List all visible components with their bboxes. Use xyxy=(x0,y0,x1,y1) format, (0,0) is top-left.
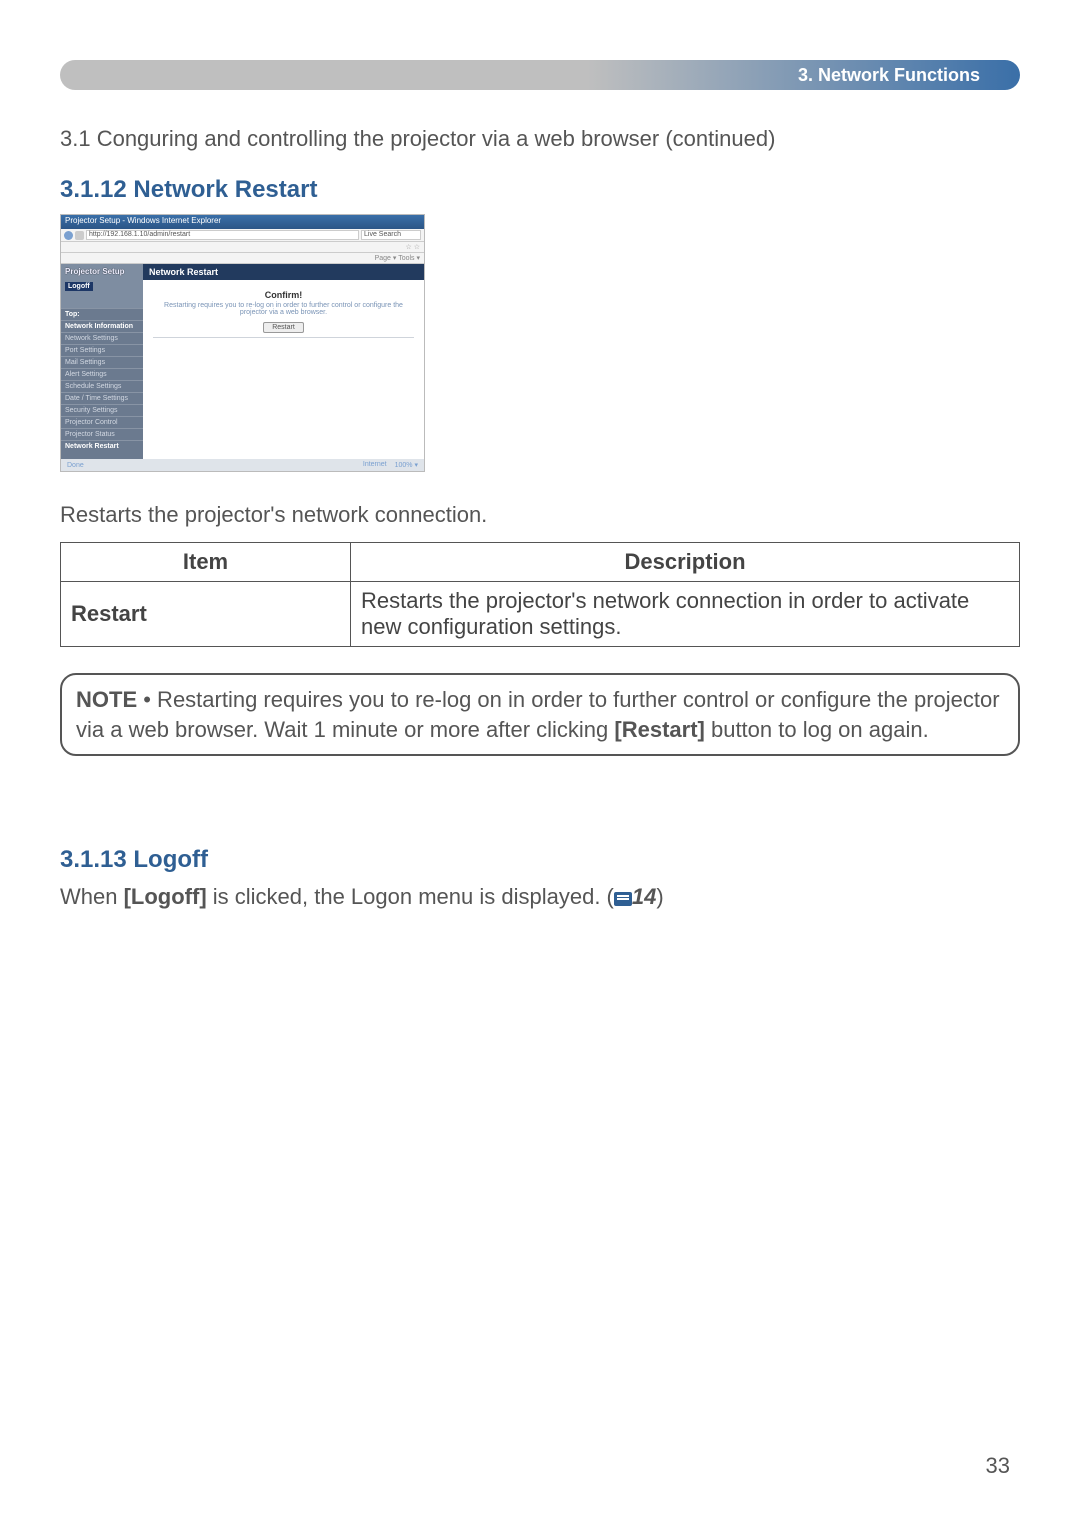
subsection-heading-logoff: 3.1.13 Logoff xyxy=(60,846,1020,874)
table-cell-item: Restart xyxy=(61,582,351,647)
status-zoom[interactable]: 100% ▾ xyxy=(395,461,418,469)
confirm-heading: Confirm! xyxy=(153,290,414,300)
page-number: 33 xyxy=(986,1453,1010,1479)
favorites-bar: ☆ ☆ xyxy=(406,243,421,251)
chapter-header: 3. Network Functions xyxy=(60,60,1020,90)
section-title: 3.1 Conguring and controlling the projec… xyxy=(60,126,1020,152)
sidebar: Projector Setup Logoff Top: Network Info… xyxy=(61,264,143,460)
window-title: Projector Setup - Windows Internet Explo… xyxy=(61,215,424,229)
confirm-message: Restarting requires you to re-log on in … xyxy=(153,302,414,316)
sidebar-item-security-settings[interactable]: Security Settings xyxy=(61,404,143,416)
logoff-text-pre: When xyxy=(60,884,124,909)
sidebar-item-network-settings[interactable]: Network Settings xyxy=(61,332,143,344)
page-ref: 14 xyxy=(632,884,656,909)
panel-title: Network Restart xyxy=(143,264,424,280)
screenshot-network-restart: Projector Setup - Windows Internet Explo… xyxy=(60,214,425,472)
address-bar[interactable]: http://192.168.1.10/admin/restart xyxy=(86,230,359,240)
table-row: Restart Restarts the projector's network… xyxy=(61,582,1020,647)
logoff-bold: [Logoff] xyxy=(124,884,207,909)
book-icon xyxy=(614,892,632,906)
sidebar-item-port-settings[interactable]: Port Settings xyxy=(61,344,143,356)
page-tools[interactable]: Page ▾ Tools ▾ xyxy=(375,254,420,262)
restart-button[interactable]: Restart xyxy=(263,322,304,333)
logoff-text-post: ) xyxy=(656,884,663,909)
sidebar-item-datetime-settings[interactable]: Date / Time Settings xyxy=(61,392,143,404)
sidebar-item-projector-control[interactable]: Projector Control xyxy=(61,416,143,428)
sidebar-item-projector-status[interactable]: Projector Status xyxy=(61,428,143,440)
sidebar-item-alert-settings[interactable]: Alert Settings xyxy=(61,368,143,380)
sidebar-item-mail-settings[interactable]: Mail Settings xyxy=(61,356,143,368)
sidebar-item-schedule-settings[interactable]: Schedule Settings xyxy=(61,380,143,392)
search-box[interactable]: Live Search xyxy=(361,230,421,240)
logoff-button[interactable]: Logoff xyxy=(65,282,93,291)
item-description-table: Item Description Restart Restarts the pr… xyxy=(60,542,1020,647)
table-cell-description: Restarts the projector's network connect… xyxy=(351,582,1020,647)
table-header-description: Description xyxy=(351,543,1020,582)
note-box: NOTE • Restarting requires you to re-log… xyxy=(60,673,1020,756)
status-left: Done xyxy=(67,462,84,469)
chapter-title: 3. Network Functions xyxy=(798,65,980,86)
sidebar-item-network-restart[interactable]: Network Restart xyxy=(61,440,143,452)
note-label: NOTE xyxy=(76,687,137,712)
back-icon[interactable] xyxy=(64,231,73,240)
forward-icon[interactable] xyxy=(75,231,84,240)
status-zone: Internet xyxy=(363,461,387,469)
description-text: Restarts the projector's network connect… xyxy=(60,502,1020,528)
sidebar-title: Projector Setup xyxy=(65,267,139,276)
table-header-item: Item xyxy=(61,543,351,582)
subsection-heading-restart: 3.1.12 Network Restart xyxy=(60,176,1020,204)
logoff-text: When [Logoff] is clicked, the Logon menu… xyxy=(60,884,1020,910)
sidebar-item-top[interactable]: Top: xyxy=(61,308,143,320)
note-text-2: button to log on again. xyxy=(705,717,929,742)
logoff-text-mid: is clicked, the Logon menu is displayed.… xyxy=(207,884,614,909)
note-restart-bold: [Restart] xyxy=(614,717,704,742)
sidebar-item-network-info[interactable]: Network Information xyxy=(61,320,143,332)
